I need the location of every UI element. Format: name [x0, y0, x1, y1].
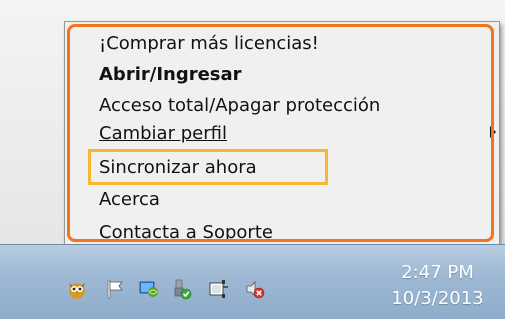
flag-icon[interactable] [104, 278, 126, 300]
menu-item-about[interactable]: Acerca [99, 188, 160, 212]
menu-item-open-login[interactable]: Abrir/Ingresar [99, 63, 242, 87]
speaker-muted-icon[interactable] [244, 278, 266, 300]
clock-date[interactable]: 10/3/2013 [375, 288, 500, 309]
menu-item-full-access-toggle[interactable]: Acceso total/Apagar protección [99, 94, 380, 118]
network-globe-icon[interactable] [138, 278, 160, 300]
menu-item-contact-support[interactable]: Contacta a Soporte [99, 221, 273, 245]
power-plug-icon[interactable] [207, 278, 229, 300]
menu-item-buy-licenses[interactable]: ¡Comprar más licencias! [99, 32, 319, 56]
clock-time[interactable]: 2:47 PM [375, 262, 500, 283]
owl-app-icon[interactable] [66, 278, 88, 300]
submenu-arrow-icon [490, 126, 496, 138]
usb-device-icon[interactable] [171, 278, 193, 300]
menu-item-sync-now[interactable]: Sincronizar ahora [99, 156, 257, 180]
menu-item-change-profile[interactable]: Cambiar perfil [99, 122, 227, 146]
